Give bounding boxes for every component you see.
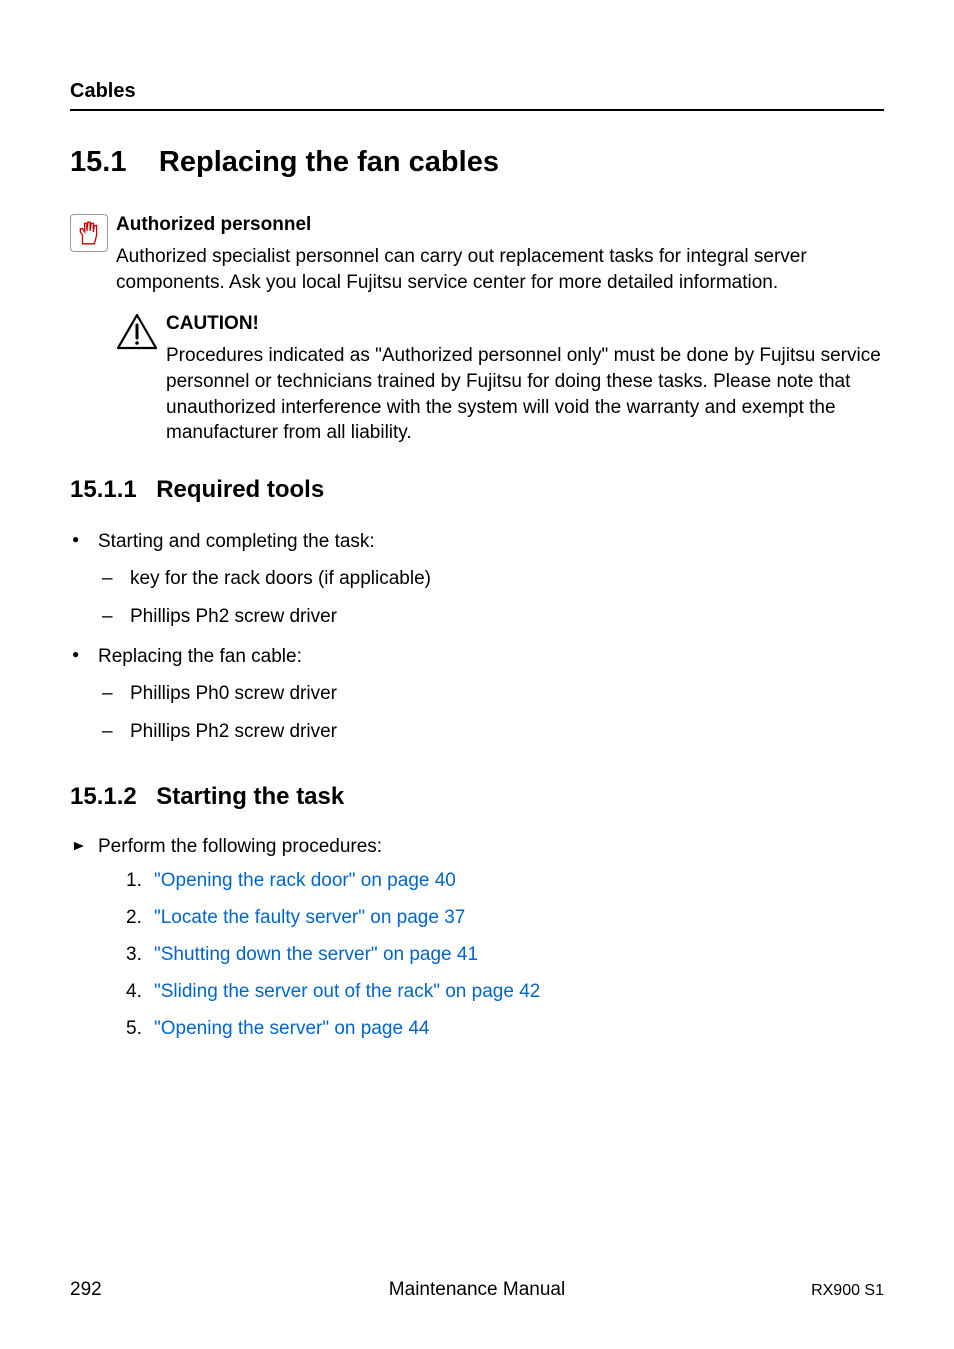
link-shutting-down-server[interactable]: "Shutting down the server" on page 41 — [154, 944, 478, 966]
tools-bullet-list: Starting and completing the task: key fo… — [70, 529, 884, 745]
caution-text: Procedures indicated as "Authorized pers… — [166, 343, 884, 446]
header-category: Cables — [70, 80, 884, 103]
link-opening-server[interactable]: "Opening the server" on page 44 — [154, 1018, 429, 1040]
list-item: Phillips Ph0 screw driver — [98, 681, 884, 707]
list-item: 2. "Locate the faulty server" on page 37 — [126, 907, 884, 929]
warning-triangle-svg — [116, 313, 158, 351]
list-item: Replacing the fan cable: Phillips Ph0 sc… — [70, 644, 884, 745]
info-text: Authorized specialist personnel can carr… — [116, 244, 884, 295]
subsection-number: 15.1.1 — [70, 476, 137, 504]
list-item: 4. "Sliding the server out of the rack" … — [126, 981, 884, 1003]
step-number: 2. — [126, 907, 154, 929]
info-label: Authorized personnel — [116, 214, 884, 236]
caution-block: CAUTION! Procedures indicated as "Author… — [116, 313, 884, 446]
page-header: Cables — [70, 80, 884, 111]
subsection-title: Starting the task — [156, 783, 344, 811]
bullet-text: Replacing the fan cable: — [98, 646, 302, 667]
footer-page-number: 292 — [70, 1279, 102, 1301]
list-item: 5. "Opening the server" on page 44 — [126, 1018, 884, 1040]
list-item: Phillips Ph2 screw driver — [98, 719, 884, 745]
link-locate-faulty-server[interactable]: "Locate the faulty server" on page 37 — [154, 907, 465, 929]
section-title: Replacing the fan cables — [159, 146, 499, 179]
step-number: 3. — [126, 944, 154, 966]
lead-text: Perform the following procedures: — [98, 836, 382, 857]
info-block: Authorized personnel Authorized speciali… — [70, 214, 884, 295]
section-heading: 15.1 Replacing the fan cables — [70, 146, 884, 179]
footer-center: Maintenance Manual — [389, 1279, 565, 1301]
step-number: 5. — [126, 1018, 154, 1040]
list-item: Phillips Ph2 screw driver — [98, 604, 884, 630]
dash-list: key for the rack doors (if applicable) P… — [98, 566, 884, 629]
bullet-text: Starting and completing the task: — [98, 531, 375, 552]
list-item: Starting and completing the task: key fo… — [70, 529, 884, 630]
list-item: 3. "Shutting down the server" on page 41 — [126, 944, 884, 966]
hand-icon-svg — [76, 220, 102, 246]
link-opening-rack-door[interactable]: "Opening the rack door" on page 40 — [154, 870, 456, 892]
warning-triangle-icon — [116, 313, 158, 351]
hand-icon — [70, 214, 108, 252]
footer-model: RX900 S1 — [811, 1282, 884, 1300]
subsection-number: 15.1.2 — [70, 783, 137, 811]
caution-label: CAUTION! — [166, 313, 884, 335]
step-number: 1. — [126, 870, 154, 892]
caution-content: CAUTION! Procedures indicated as "Author… — [166, 313, 884, 446]
link-sliding-server-out[interactable]: "Sliding the server out of the rack" on … — [154, 981, 540, 1003]
subsection-title: Required tools — [156, 476, 324, 504]
subsection-starting-task: 15.1.2 Starting the task — [70, 783, 884, 811]
info-content: Authorized personnel Authorized speciali… — [116, 214, 884, 295]
page-footer: 292 Maintenance Manual RX900 S1 — [70, 1279, 884, 1301]
subsection-required-tools: 15.1.1 Required tools — [70, 476, 884, 504]
list-item: key for the rack doors (if applicable) — [98, 566, 884, 592]
procedure-lead: Perform the following procedures: 1. "Op… — [70, 836, 884, 1040]
dash-list: Phillips Ph0 screw driver Phillips Ph2 s… — [98, 681, 884, 744]
procedure-steps: 1. "Opening the rack door" on page 40 2.… — [126, 870, 884, 1040]
list-item: 1. "Opening the rack door" on page 40 — [126, 870, 884, 892]
step-number: 4. — [126, 981, 154, 1003]
section-number: 15.1 — [70, 146, 126, 179]
